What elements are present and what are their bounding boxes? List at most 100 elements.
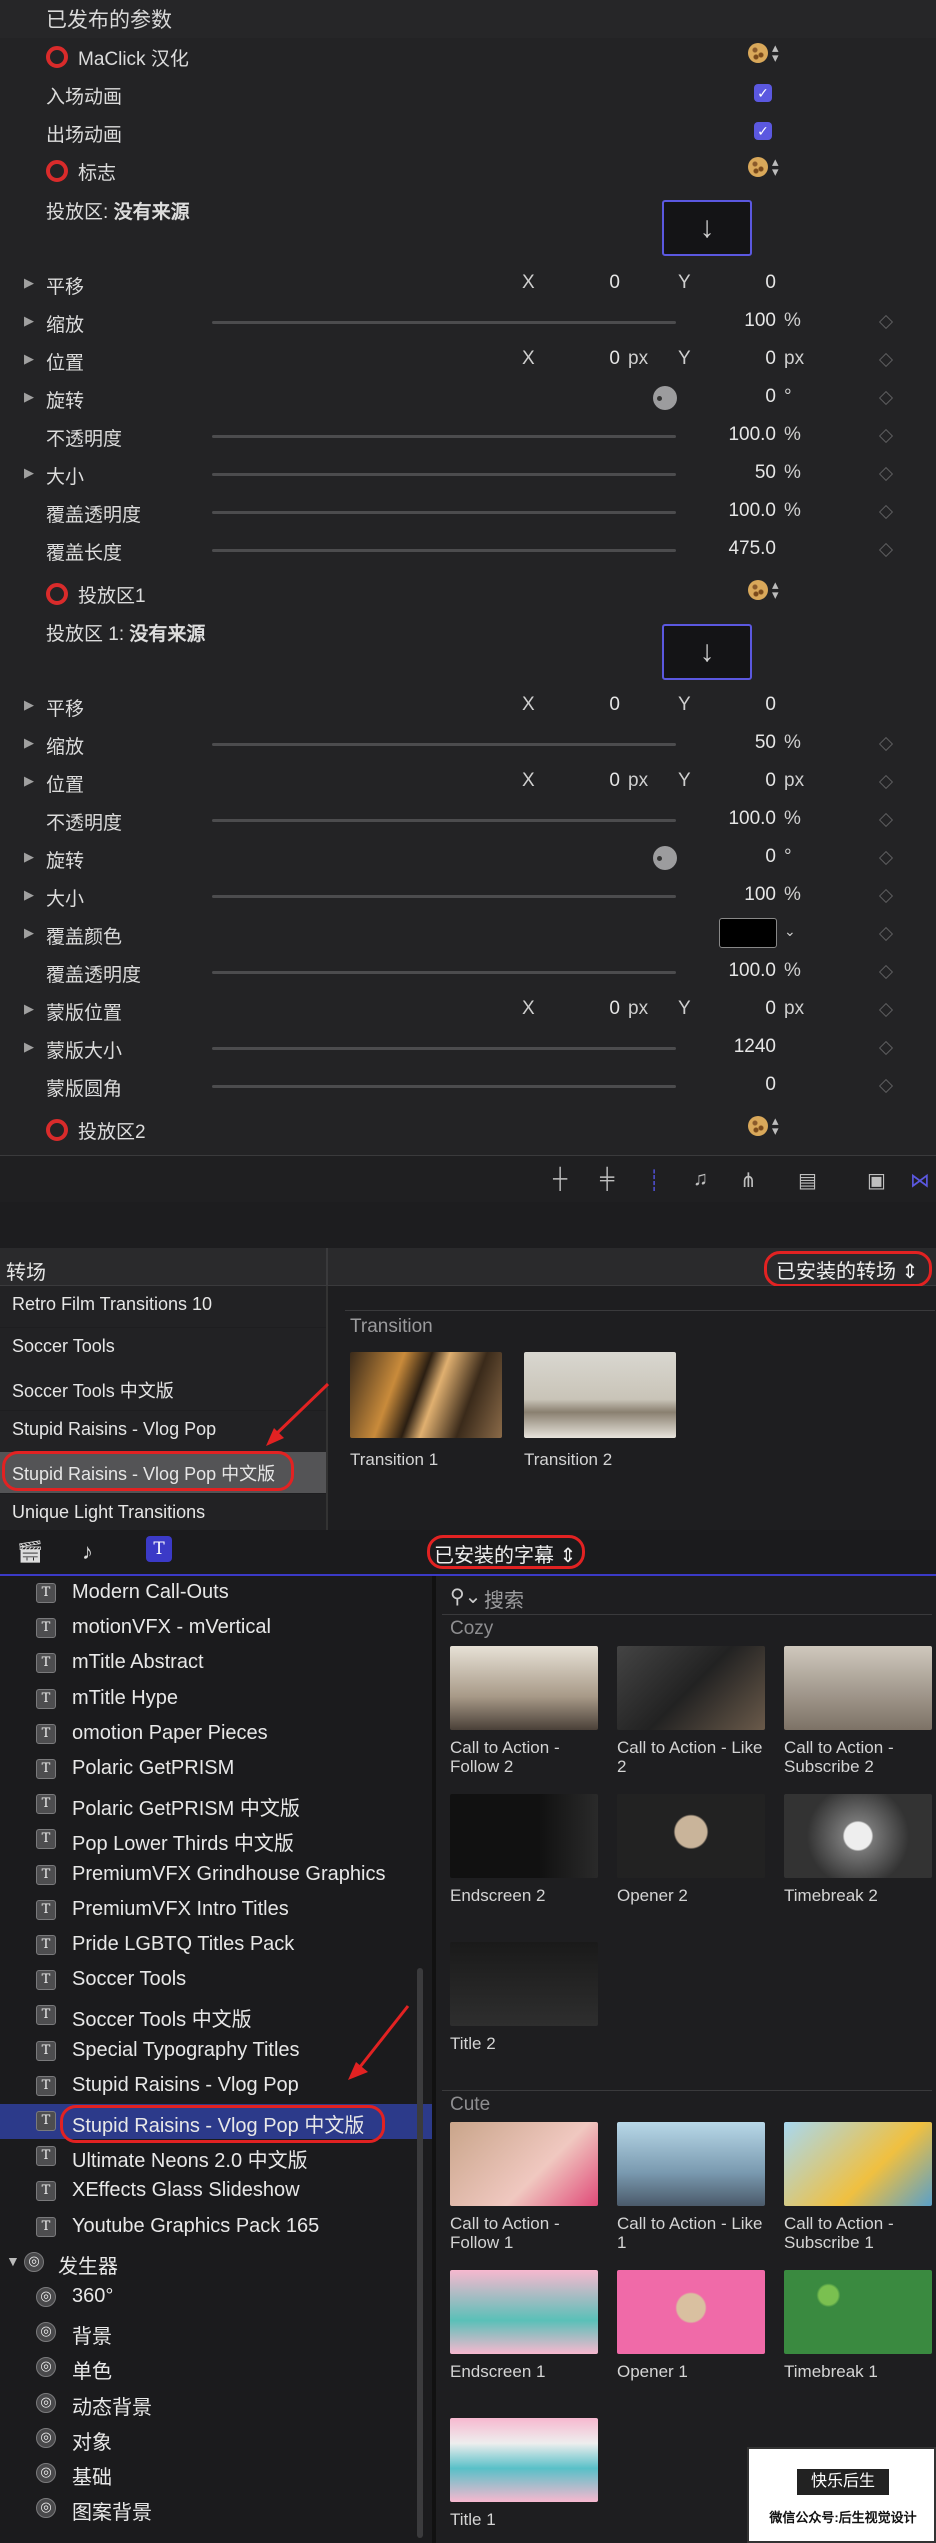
title-category-item[interactable]: Tomotion Paper Pieces xyxy=(0,1717,432,1752)
x-value[interactable]: 0 xyxy=(560,770,620,792)
title-thumb[interactable] xyxy=(450,2418,598,2502)
dropzone-button[interactable]: ↓ xyxy=(662,200,752,256)
keyframe-icon[interactable] xyxy=(878,1002,894,1018)
param-value[interactable]: 0 xyxy=(700,846,776,868)
rotation-dial[interactable] xyxy=(653,386,677,410)
x-value[interactable]: 0 xyxy=(560,348,620,370)
clip-appearance-icon[interactable]: ▤ xyxy=(798,1168,817,1193)
transition-thumb[interactable] xyxy=(350,1352,502,1438)
blade-icon[interactable]: ┼ xyxy=(553,1168,567,1191)
keyframe-icon[interactable] xyxy=(878,542,894,558)
search-field[interactable]: ⚲⌄ 搜索 xyxy=(444,1582,936,1614)
disclosure-triangle-icon[interactable]: ▶ xyxy=(24,1039,34,1055)
param-slider[interactable] xyxy=(212,971,676,974)
transition-category-item[interactable]: Soccer Tools xyxy=(0,1327,326,1369)
title-thumb[interactable] xyxy=(450,2122,598,2206)
dropzone1-popup[interactable]: ▴ ▾ xyxy=(748,578,779,601)
param-slider[interactable] xyxy=(212,1047,676,1050)
param-value[interactable]: 1240 xyxy=(680,1036,776,1058)
param-value[interactable]: 50 xyxy=(680,732,776,754)
keyframe-icon[interactable] xyxy=(878,736,894,752)
audio-skim-icon[interactable]: ┊ xyxy=(648,1168,660,1193)
param-value[interactable]: 100.0 xyxy=(680,424,776,446)
title-thumb[interactable] xyxy=(784,1794,932,1878)
keyframe-icon[interactable] xyxy=(878,926,894,942)
title-category-item[interactable]: T Ultimate Neons 2.0 中文版 xyxy=(0,2139,432,2174)
keyframe-icon[interactable] xyxy=(878,352,894,368)
title-category-item[interactable]: T Polaric GetPRISM xyxy=(0,1752,432,1787)
title-category-item[interactable]: T PremiumVFX Grindhouse Graphics xyxy=(0,1858,432,1893)
y-value[interactable]: 0 xyxy=(716,998,776,1020)
y-value[interactable]: 0 xyxy=(716,348,776,370)
disclosure-triangle-icon[interactable]: ▶ xyxy=(24,275,34,291)
color-swatch[interactable] xyxy=(719,918,777,948)
title-thumb[interactable] xyxy=(450,2270,598,2354)
maclick-popup[interactable]: ▴ ▾ xyxy=(748,41,779,64)
title-thumb[interactable] xyxy=(784,1646,932,1730)
disclosure-triangle-icon[interactable]: ▶ xyxy=(24,773,34,789)
title-thumb[interactable] xyxy=(617,2122,765,2206)
keyframe-icon[interactable] xyxy=(878,812,894,828)
generators-header[interactable]: ▼ ◎ 发生器 xyxy=(0,2245,432,2280)
keyframe-icon[interactable] xyxy=(878,850,894,866)
transition-category-item[interactable]: Unique Light Transitions xyxy=(0,1493,326,1535)
disclosure-open-icon[interactable]: ▼ xyxy=(6,2253,20,2269)
param-value[interactable]: 100.0 xyxy=(680,960,776,982)
param-slider[interactable] xyxy=(212,511,676,514)
title-thumb[interactable] xyxy=(617,1794,765,1878)
x-value[interactable]: 0 xyxy=(560,998,620,1020)
keyframe-icon[interactable] xyxy=(878,390,894,406)
disclosure-triangle-icon[interactable]: ▶ xyxy=(24,351,34,367)
chevron-down-icon[interactable]: ⌄ xyxy=(784,923,796,940)
title-category-item[interactable]: TmTitle Hype xyxy=(0,1682,432,1717)
title-category-item[interactable]: T Soccer Tools xyxy=(0,1963,432,1998)
effects-browser-icon[interactable]: ▣ xyxy=(867,1168,886,1193)
param-slider[interactable] xyxy=(212,743,676,746)
disclosure-triangle-icon[interactable]: ▶ xyxy=(24,313,34,329)
dropzone1-button[interactable]: ↓ xyxy=(662,624,752,680)
param-value[interactable]: 50 xyxy=(680,462,776,484)
keyframe-icon[interactable] xyxy=(878,1040,894,1056)
param-slider[interactable] xyxy=(212,819,676,822)
disclosure-triangle-icon[interactable]: ▶ xyxy=(24,389,34,405)
param-slider[interactable] xyxy=(212,1085,676,1088)
headphones-icon[interactable]: ♫ xyxy=(693,1168,708,1191)
title-category-item[interactable]: T PremiumVFX Intro Titles xyxy=(0,1893,432,1928)
snapping-icon[interactable]: ⋔ xyxy=(740,1168,757,1193)
title-category-item[interactable]: T Modern Call-Outs xyxy=(0,1576,432,1611)
title-category-item[interactable]: TmTitle Abstract xyxy=(0,1646,432,1681)
keyframe-icon[interactable] xyxy=(878,964,894,980)
dropzone2-popup[interactable]: ▴ ▾ xyxy=(748,1114,779,1137)
disclosure-triangle-icon[interactable]: ▶ xyxy=(24,849,34,865)
disclosure-triangle-icon[interactable]: ▶ xyxy=(24,1001,34,1017)
param-slider[interactable] xyxy=(212,321,676,324)
music-icon[interactable]: ♪ xyxy=(82,1539,93,1565)
disclosure-triangle-icon[interactable]: ▶ xyxy=(24,697,34,713)
param-value[interactable]: 0 xyxy=(700,386,776,408)
keyframe-icon[interactable] xyxy=(878,1078,894,1094)
param-slider[interactable] xyxy=(212,435,676,438)
generator-item[interactable]: ◎ 360° xyxy=(0,2280,432,2315)
rotation-dial[interactable] xyxy=(653,846,677,870)
y-value[interactable]: 0 xyxy=(716,770,776,792)
title-thumb[interactable] xyxy=(617,1646,765,1730)
generator-item[interactable]: ◎ 单色 xyxy=(0,2350,432,2385)
transition-category-item[interactable]: Retro Film Transitions 10 xyxy=(0,1286,326,1327)
title-category-item[interactable]: T Pop Lower Thirds 中文版 xyxy=(0,1822,432,1857)
param-slider[interactable] xyxy=(212,473,676,476)
keyframe-icon[interactable] xyxy=(878,888,894,904)
title-category-item[interactable]: T Polaric GetPRISM 中文版 xyxy=(0,1787,432,1822)
clapper-icon[interactable]: 🎬︎ xyxy=(16,1539,44,1565)
disclosure-triangle-icon[interactable]: ▶ xyxy=(24,925,34,941)
keyframe-icon[interactable] xyxy=(878,774,894,790)
param-value[interactable]: 0 xyxy=(680,1074,776,1096)
logo-popup[interactable]: ▴ ▾ xyxy=(748,155,779,178)
in-anim-checkbox[interactable]: ✓ xyxy=(754,84,772,102)
param-slider[interactable] xyxy=(212,895,676,898)
y-value[interactable]: 0 xyxy=(716,694,776,716)
scrollbar[interactable] xyxy=(417,1968,423,2538)
titles-generators-icon[interactable]: T xyxy=(146,1536,172,1562)
param-value[interactable]: 100.0 xyxy=(680,808,776,830)
title-thumb[interactable] xyxy=(450,1646,598,1730)
x-value[interactable]: 0 xyxy=(560,272,620,294)
